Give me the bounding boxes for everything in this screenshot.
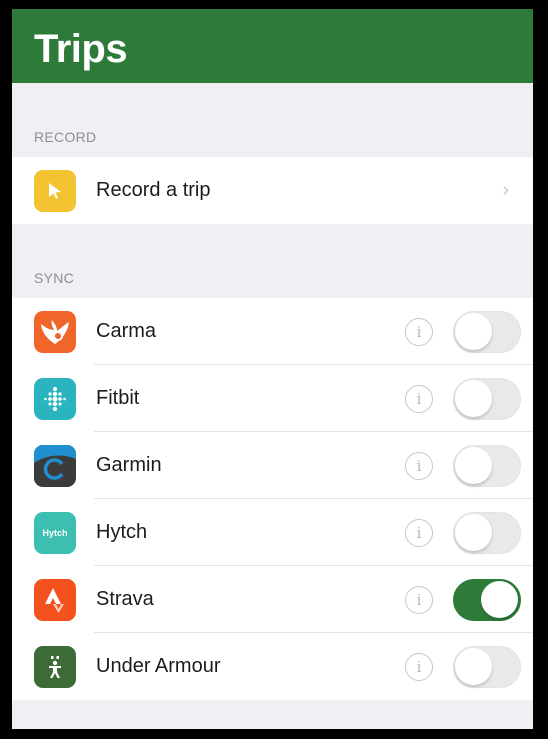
sync-row-garmin: Garmin i <box>12 432 533 499</box>
toggle-knob <box>455 446 492 484</box>
device-frame: Trips RECORD Record a trip › SYNC Carma … <box>0 0 548 739</box>
sync-row-carma: Carma i <box>12 298 533 365</box>
toggle-strava[interactable] <box>453 578 521 621</box>
sync-label-strava: Strava <box>96 588 154 610</box>
sync-label-garmin: Garmin <box>96 454 162 476</box>
hytch-icon-text: Hytch <box>42 527 68 538</box>
info-icon[interactable]: i <box>405 518 433 547</box>
sync-row-hytch: Hytch Hytch i <box>12 499 533 566</box>
bottom-spacer <box>12 700 533 729</box>
garmin-icon <box>34 444 76 487</box>
strava-icon <box>34 578 76 621</box>
info-icon[interactable]: i <box>405 384 433 413</box>
record-group: Record a trip › <box>12 157 533 224</box>
info-icon[interactable]: i <box>405 652 433 681</box>
sync-row-strava: Strava i <box>12 566 533 633</box>
hytch-icon: Hytch <box>34 511 76 554</box>
info-icon[interactable]: i <box>405 451 433 480</box>
under-armour-icon <box>34 645 76 688</box>
record-trip-label: Record a trip <box>96 179 211 201</box>
toggle-under-armour[interactable] <box>453 645 521 688</box>
toggle-knob <box>455 513 492 551</box>
sync-row-under-armour: Under Armour i <box>12 633 533 700</box>
screen: Trips RECORD Record a trip › SYNC Carma … <box>12 9 533 729</box>
toggle-knob <box>455 647 492 685</box>
toggle-knob <box>455 312 492 350</box>
nav-header: Trips <box>12 9 533 83</box>
toggle-knob <box>455 379 492 417</box>
sync-label-hytch: Hytch <box>96 521 148 543</box>
sync-label-fitbit: Fitbit <box>96 387 140 409</box>
sync-label-under-armour: Under Armour <box>96 655 221 677</box>
info-icon[interactable]: i <box>405 585 433 614</box>
info-icon[interactable]: i <box>405 317 433 346</box>
fitbit-icon <box>34 377 76 420</box>
toggle-garmin[interactable] <box>453 444 521 487</box>
section-label-record: RECORD <box>34 129 97 145</box>
cursor-arrow-icon <box>34 169 76 212</box>
toggle-carma[interactable] <box>453 310 521 353</box>
sync-group: Carma i Fitbit i Garmin i Hytch Hytch i … <box>12 298 533 700</box>
carma-icon <box>34 310 76 353</box>
toggle-knob <box>481 580 518 618</box>
section-label-sync: SYNC <box>34 270 75 286</box>
toggle-fitbit[interactable] <box>453 377 521 420</box>
page-title: Trips <box>34 27 128 71</box>
chevron-right-icon: › <box>502 179 509 201</box>
sync-row-fitbit: Fitbit i <box>12 365 533 432</box>
sync-label-carma: Carma <box>96 320 157 342</box>
toggle-hytch[interactable] <box>453 511 521 554</box>
record-trip-row[interactable]: Record a trip › <box>12 157 533 224</box>
